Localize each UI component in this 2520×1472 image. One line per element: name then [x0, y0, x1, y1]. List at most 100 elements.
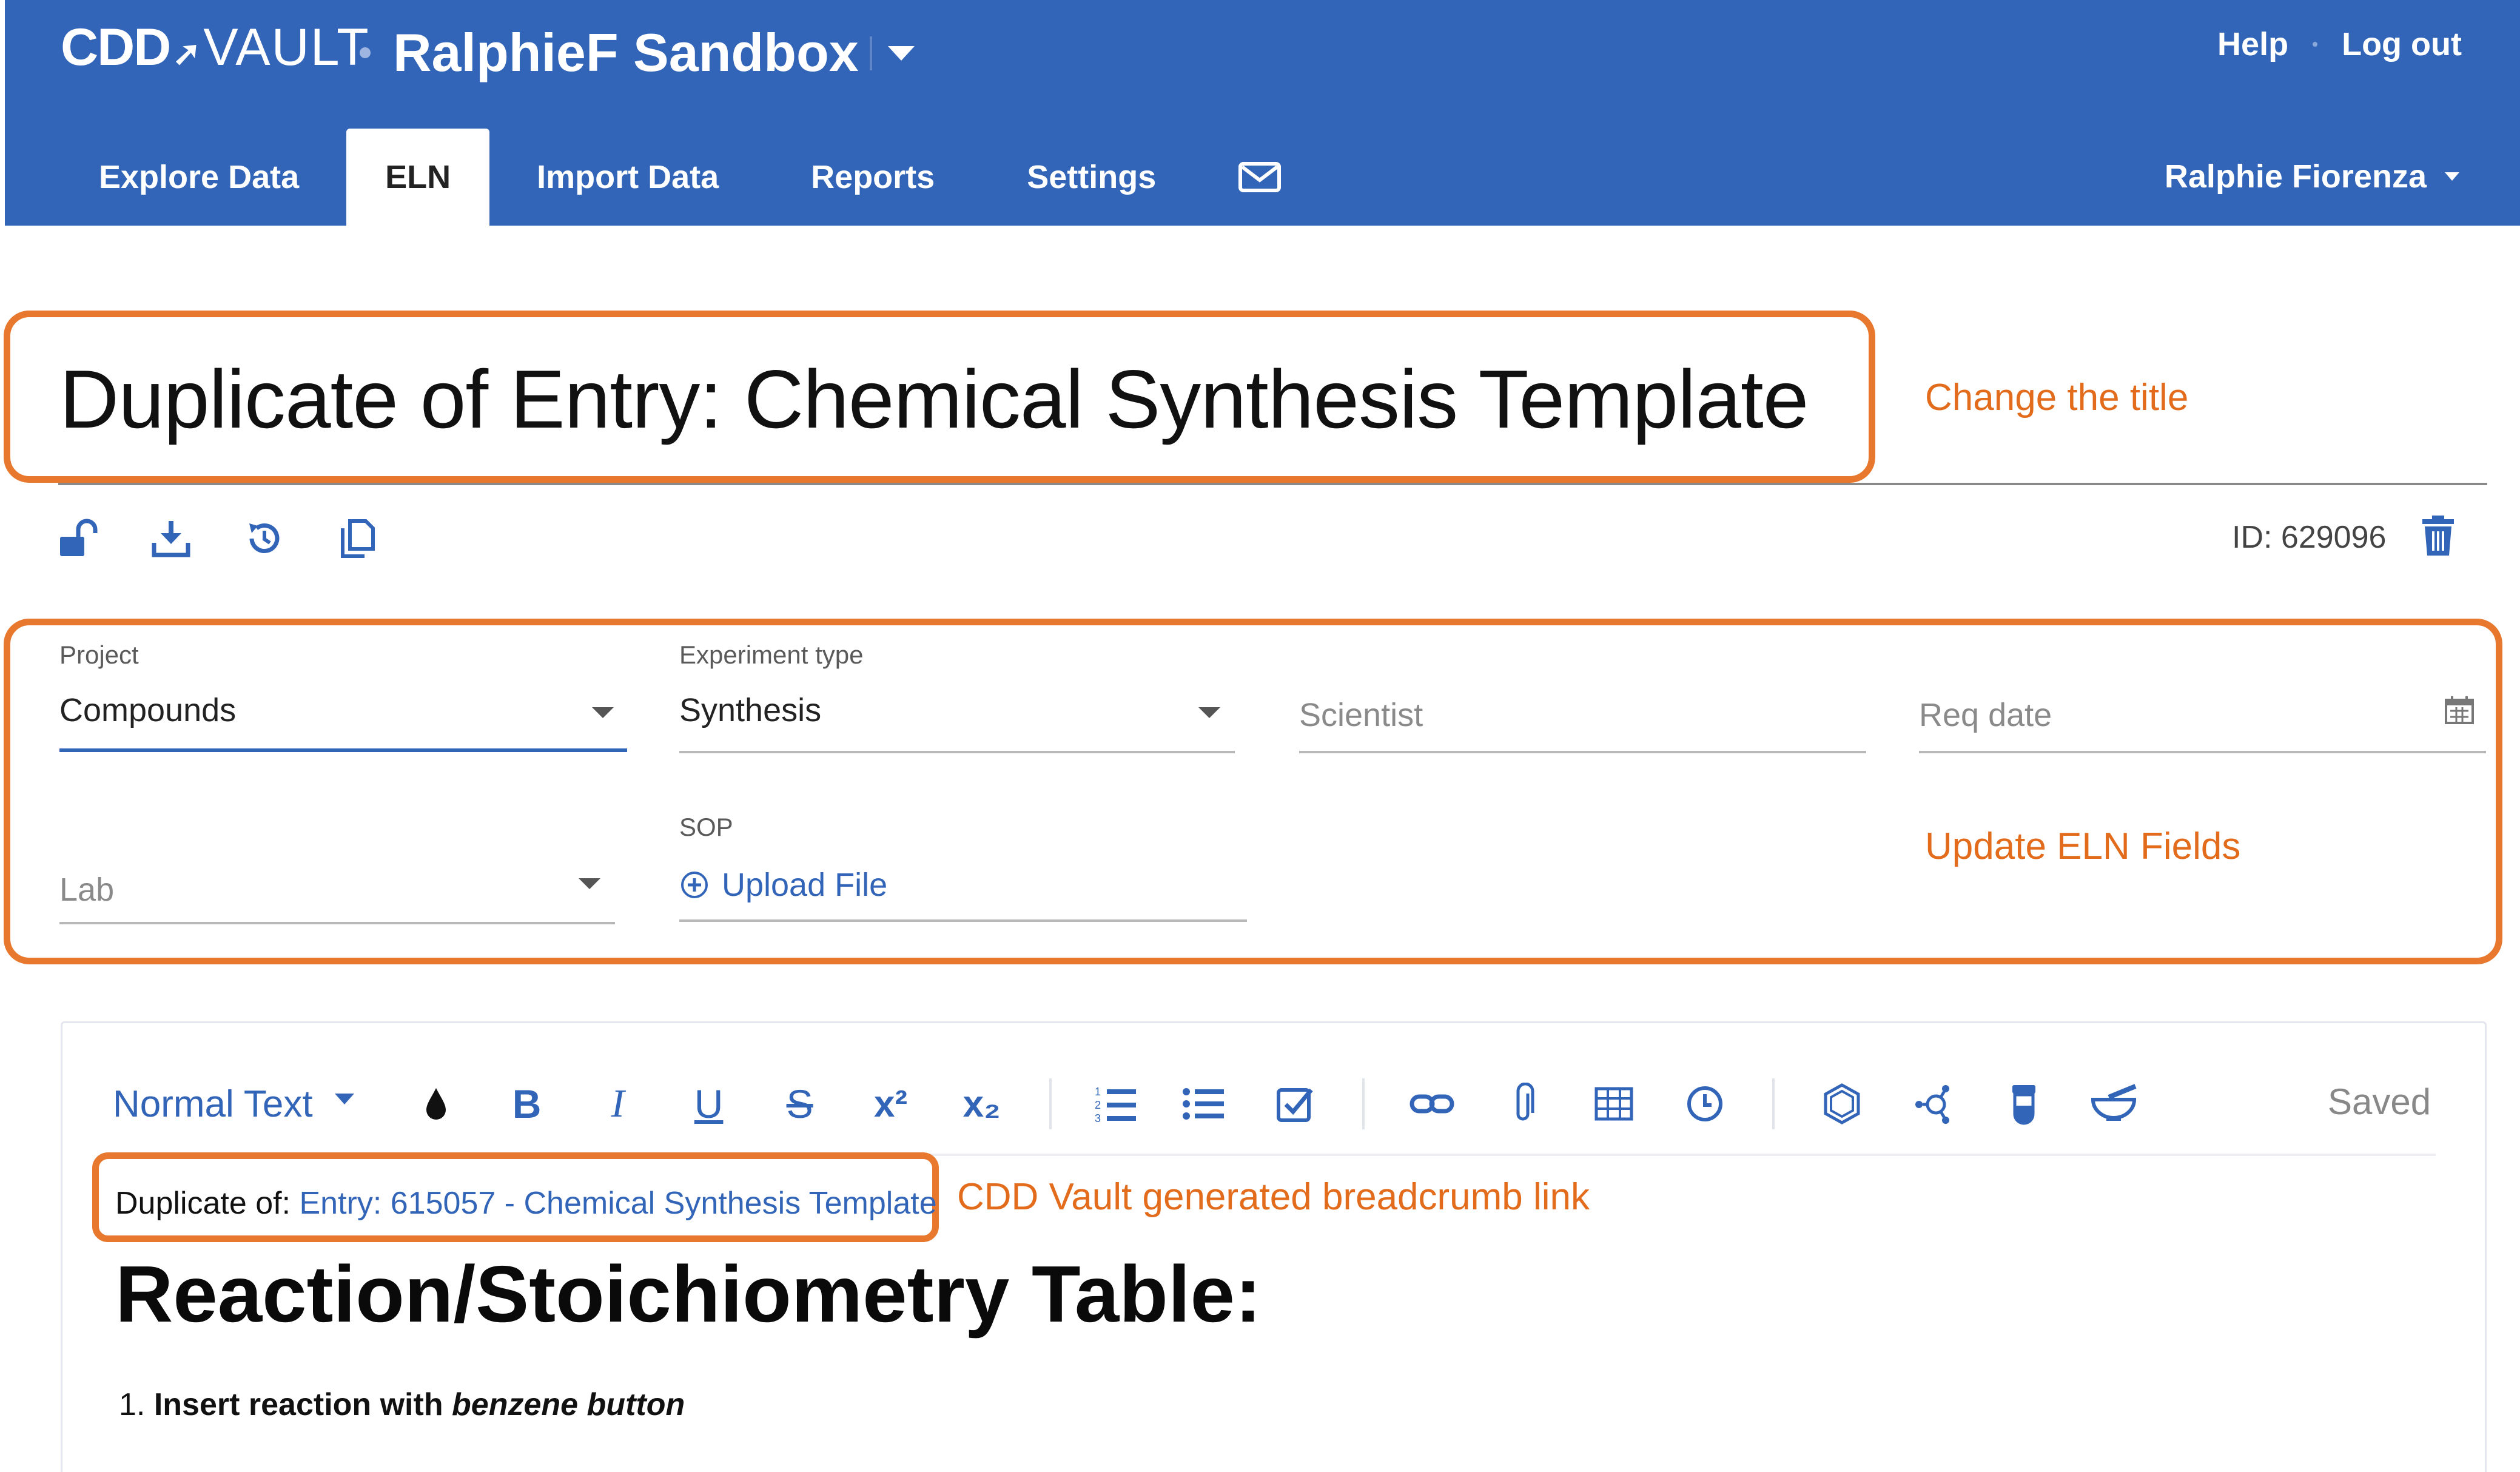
- strikethrough-icon[interactable]: S: [754, 1074, 845, 1134]
- editor-toolbar: Normal Text B I U S x² x₂ 123: [52, 1067, 2436, 1140]
- reaction-table-heading: Reaction/Stoichiometry Table:: [115, 1249, 1262, 1339]
- checklist-icon[interactable]: [1249, 1074, 1340, 1134]
- logo-cdd-text: CDD: [61, 18, 171, 76]
- title-annotation: Change the title: [1925, 377, 2189, 418]
- project-label: Project: [59, 640, 139, 669]
- experiment-type-underline: [679, 751, 1235, 753]
- svg-text:2: 2: [1095, 1099, 1101, 1111]
- top-links: Help Log out: [2217, 25, 2462, 63]
- chevron-down-icon: [1198, 707, 1220, 718]
- toolbar-divider: [1362, 1078, 1365, 1129]
- plus-circle-icon: [681, 872, 708, 898]
- lab-placeholder: Lab: [59, 872, 115, 908]
- breadcrumb-link[interactable]: Entry: 615057 - Chemical Synthesis Templ…: [300, 1186, 937, 1221]
- sop-label: SOP: [679, 813, 733, 841]
- req-date-underline: [1919, 751, 2486, 753]
- trash-icon[interactable]: [2420, 516, 2462, 564]
- entry-tools: [52, 513, 383, 564]
- chevron-down-icon: [888, 46, 915, 61]
- clock-icon[interactable]: [1659, 1074, 1750, 1134]
- experiment-type-field[interactable]: Experiment type Synthesis: [679, 640, 1235, 729]
- bold-icon[interactable]: B: [482, 1074, 573, 1134]
- unlock-icon[interactable]: [52, 513, 103, 564]
- logo-arrow-icon: ➚: [172, 34, 201, 72]
- mortar-pestle-icon[interactable]: [2069, 1074, 2160, 1134]
- tab-eln[interactable]: ELN: [346, 129, 490, 226]
- list-item: 1. Insert reaction with benzene button: [119, 1386, 685, 1423]
- mail-icon[interactable]: [1202, 129, 1317, 226]
- logo-separator-dot: [360, 47, 371, 58]
- duplicate-breadcrumb: Duplicate of: Entry: 615057 - Chemical S…: [115, 1185, 937, 1222]
- table-icon[interactable]: [1568, 1074, 1659, 1134]
- logo-vault-text: VAULT: [203, 18, 370, 76]
- tab-explore-data[interactable]: Explore Data: [5, 129, 345, 226]
- history-icon[interactable]: [239, 513, 290, 564]
- bullet-list-icon[interactable]: [1158, 1074, 1249, 1134]
- top-links-separator: [2313, 42, 2318, 47]
- tab-import-data[interactable]: Import Data: [491, 129, 765, 226]
- toolbar-divider: [1772, 1078, 1775, 1129]
- link-icon[interactable]: [1386, 1074, 1477, 1134]
- numbered-list-icon[interactable]: 123: [1074, 1074, 1158, 1134]
- list-item-text: Insert reaction with: [153, 1387, 452, 1422]
- chevron-down-icon: [334, 1094, 354, 1104]
- attachment-icon[interactable]: [1477, 1074, 1568, 1134]
- tab-settings[interactable]: Settings: [981, 129, 1202, 226]
- app-header: CDD ➚ VAULT RalphieF Sandbox Help Log ou…: [5, 0, 2520, 226]
- chevron-down-icon: [2445, 172, 2459, 181]
- scientist-underline: [1299, 751, 1866, 753]
- help-link[interactable]: Help: [2217, 25, 2288, 63]
- chevron-down-icon: [592, 707, 614, 718]
- molecule-icon[interactable]: [1887, 1074, 1978, 1134]
- lab-underline: [59, 922, 615, 924]
- vial-icon[interactable]: [1978, 1074, 2069, 1134]
- vault-switcher-dropdown[interactable]: [870, 35, 924, 72]
- save-status: Saved: [2328, 1081, 2431, 1122]
- upload-file-label: Upload File: [722, 867, 888, 903]
- user-menu[interactable]: Ralphie Fiorenza: [2165, 158, 2459, 195]
- main-nav: Explore Data ELN Import Data Reports Set…: [5, 129, 1317, 226]
- breadcrumb-annotation: CDD Vault generated breadcrumb link: [957, 1176, 1590, 1218]
- svg-text:3: 3: [1095, 1112, 1101, 1123]
- tab-reports[interactable]: Reports: [765, 129, 981, 226]
- req-date-placeholder: Req date: [1919, 697, 2052, 733]
- list-item-number: 1.: [119, 1387, 154, 1422]
- project-value: Compounds: [59, 692, 237, 728]
- sop-field: SOP: [679, 813, 1247, 842]
- lab-field[interactable]: Lab: [59, 871, 615, 909]
- project-underline: [59, 748, 627, 752]
- svg-text:1: 1: [1095, 1086, 1101, 1098]
- duplicate-icon[interactable]: [332, 513, 383, 564]
- text-color-icon[interactable]: [391, 1074, 482, 1134]
- benzene-icon[interactable]: [1796, 1074, 1887, 1134]
- req-date-field[interactable]: Req date: [1919, 696, 2486, 734]
- superscript-icon[interactable]: x²: [845, 1074, 936, 1134]
- download-icon[interactable]: [146, 513, 197, 564]
- text-style-select[interactable]: Normal Text: [113, 1083, 354, 1126]
- italic-icon[interactable]: I: [573, 1074, 664, 1134]
- entry-id: ID: 629096: [2232, 520, 2387, 555]
- entry-title[interactable]: Duplicate of Entry: Chemical Synthesis T…: [59, 352, 1809, 446]
- scientist-field[interactable]: Scientist: [1299, 696, 1866, 734]
- fields-annotation: Update ELN Fields: [1925, 825, 2241, 867]
- toolbar-divider: [1049, 1078, 1052, 1129]
- list-item-emphasis: benzene button: [452, 1387, 685, 1422]
- experiment-type-value: Synthesis: [679, 692, 822, 728]
- calendar-icon[interactable]: [2444, 695, 2475, 728]
- text-style-value: Normal Text: [113, 1083, 313, 1125]
- subscript-icon[interactable]: x₂: [936, 1074, 1027, 1134]
- vault-switcher-divider: [870, 36, 872, 70]
- vault-name: RalphieF Sandbox: [393, 22, 859, 82]
- scientist-placeholder: Scientist: [1299, 697, 1423, 733]
- experiment-type-label: Experiment type: [679, 640, 864, 669]
- chevron-down-icon: [579, 878, 600, 889]
- sop-underline: [679, 919, 1247, 922]
- underline-icon[interactable]: U: [664, 1074, 754, 1134]
- title-underline: [58, 483, 2487, 485]
- logout-link[interactable]: Log out: [2342, 25, 2462, 63]
- upload-file-button[interactable]: Upload File: [679, 866, 887, 904]
- breadcrumb-prefix: Duplicate of:: [115, 1186, 300, 1221]
- project-field[interactable]: Project Compounds: [59, 640, 627, 729]
- user-name: Ralphie Fiorenza: [2164, 158, 2427, 195]
- cdd-vault-logo[interactable]: CDD ➚ VAULT: [61, 17, 370, 78]
